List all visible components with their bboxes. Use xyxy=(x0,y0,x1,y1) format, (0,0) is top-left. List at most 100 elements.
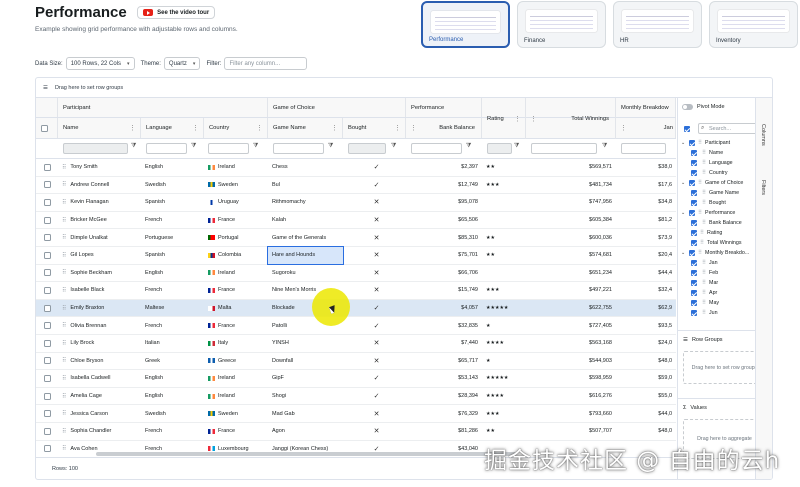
column-tree-item[interactable]: ⠿ Jun xyxy=(691,310,718,316)
column-menu-icon[interactable]: ⋮ xyxy=(331,124,338,132)
cell-winnings[interactable]: $622,755 xyxy=(526,300,616,317)
cell-winnings[interactable]: $605,384 xyxy=(526,212,616,229)
cell-game[interactable]: YINSH xyxy=(268,335,343,352)
column-tree-item[interactable]: ⌄ ⠿ Monthly Breakdo... xyxy=(681,250,749,256)
column-checkbox[interactable] xyxy=(691,260,697,266)
cell-balance[interactable]: $65,506 xyxy=(406,212,482,229)
drag-handle-icon[interactable]: ⠿ xyxy=(62,164,66,171)
drag-handle-icon[interactable]: ⠿ xyxy=(62,252,66,259)
cell-bought[interactable]: ✓ xyxy=(343,159,406,176)
filter-winnings-input[interactable] xyxy=(531,143,597,154)
cell-rating[interactable]: ★★★★ xyxy=(482,388,526,405)
table-row[interactable]: ⠿ Sophie Beckham English Ireland Sugoroku ✕ $… xyxy=(36,265,676,283)
cell-winnings[interactable]: $481,734 xyxy=(526,177,616,194)
video-tour-button[interactable]: See the video tour xyxy=(137,6,216,20)
cell-country[interactable]: Malta xyxy=(204,300,268,317)
table-row[interactable]: ⠿ Bricker McGee French France Kalah ✕ $65,506… xyxy=(36,212,676,230)
column-tree-item[interactable]: ⠿ Language xyxy=(691,160,733,166)
row-checkbox[interactable] xyxy=(44,269,51,277)
column-checkbox[interactable] xyxy=(691,280,697,286)
pivot-mode-toggle[interactable]: Pivot Mode xyxy=(682,104,725,110)
column-menu-icon[interactable]: ⋮ xyxy=(192,124,199,132)
column-menu-icon[interactable]: ⋮ xyxy=(620,124,627,132)
tab-filters[interactable]: Filters xyxy=(760,180,766,195)
cell-bought[interactable]: ✕ xyxy=(343,335,406,352)
cell-balance[interactable]: $65,717 xyxy=(406,353,482,370)
filter-icon[interactable]: ⧩ xyxy=(466,143,471,150)
tab-columns[interactable]: Columns xyxy=(760,124,766,146)
filter-icon[interactable]: ⧩ xyxy=(131,143,136,150)
chevron-down-icon[interactable]: ⌄ xyxy=(681,210,686,216)
cell-bought[interactable]: ✕ xyxy=(343,247,406,264)
column-checkbox[interactable] xyxy=(689,210,695,216)
theme-select[interactable]: Quartz ▾ xyxy=(163,57,201,70)
cell-rating[interactable]: ★★ xyxy=(482,159,526,176)
drag-handle-icon[interactable]: ⠿ xyxy=(698,140,702,146)
column-menu-icon[interactable]: ⋮ xyxy=(394,124,401,132)
cell-game[interactable]: Agon xyxy=(268,423,343,440)
cell-jan[interactable]: $59,0 xyxy=(616,370,676,387)
cell-country[interactable]: France xyxy=(204,317,268,334)
table-row[interactable]: ⠿ Andrew Connell Swedish Sweden Bul ✓ $12,749… xyxy=(36,177,676,195)
cell-rating[interactable]: ★★★★ xyxy=(482,335,526,352)
drag-handle-icon[interactable]: ⠿ xyxy=(62,428,66,435)
drag-handle-icon[interactable]: ⠿ xyxy=(700,240,704,246)
column-checkbox[interactable] xyxy=(691,310,697,316)
cell-name[interactable]: ⠿ Andrew Connell xyxy=(58,177,141,194)
cell-country[interactable]: Portugal xyxy=(204,229,268,246)
header-total-winnings[interactable]: ⋮ Total Winnings xyxy=(526,98,616,139)
cell-language[interactable]: Portuguese xyxy=(141,229,204,246)
cell-name[interactable]: ⠿ Olivia Brennan xyxy=(58,317,141,334)
chevron-down-icon[interactable]: ⌄ xyxy=(681,180,686,186)
column-checkbox[interactable] xyxy=(691,240,697,246)
column-checkbox[interactable] xyxy=(689,250,695,256)
cell-jan[interactable]: $17,6 xyxy=(616,177,676,194)
table-row[interactable]: ⠿ Sophia Chandler French France Agon ✕ $81,28… xyxy=(36,423,676,441)
cell-jan[interactable]: $20,4 xyxy=(616,247,676,264)
row-checkbox[interactable] xyxy=(44,234,51,242)
drag-handle-icon[interactable]: ⠿ xyxy=(62,340,66,347)
column-checkbox[interactable] xyxy=(691,190,697,196)
row-checkbox[interactable] xyxy=(44,392,51,400)
drag-handle-icon[interactable]: ⠿ xyxy=(702,170,706,176)
header-bank-balance[interactable]: ⋮ Bank Balance xyxy=(406,118,482,138)
drag-handle-icon[interactable]: ⠿ xyxy=(698,180,702,186)
column-tree-item[interactable]: ⠿ Total Winnings xyxy=(691,240,741,246)
cell-bought[interactable]: ✓ xyxy=(343,177,406,194)
drag-handle-icon[interactable]: ⠿ xyxy=(62,375,66,382)
table-row[interactable]: ⠿ Chloe Bryson Greek Greece Downfall ✕ $65,71… xyxy=(36,353,676,371)
column-checkbox[interactable] xyxy=(691,290,697,296)
row-checkbox[interactable] xyxy=(44,410,51,418)
cell-language[interactable]: Greek xyxy=(141,353,204,370)
cell-balance[interactable]: $4,057 xyxy=(406,300,482,317)
column-checkbox[interactable] xyxy=(691,200,697,206)
table-row[interactable]: ⠿ Emily Braxton Maltese Malta Blockade ✓ $4,0… xyxy=(36,299,676,318)
cell-bought[interactable]: ✕ xyxy=(343,265,406,282)
cell-country[interactable]: Ireland xyxy=(204,388,268,405)
header-name[interactable]: Name ⋮ xyxy=(58,118,141,138)
cell-jan[interactable]: $73,9 xyxy=(616,229,676,246)
cell-balance[interactable]: $66,706 xyxy=(406,265,482,282)
filter-jan-input[interactable] xyxy=(621,143,666,154)
cell-game[interactable]: Hare and Hounds xyxy=(267,246,344,265)
drag-handle-icon[interactable]: ⠿ xyxy=(702,290,706,296)
drag-handle-icon[interactable]: ⠿ xyxy=(702,150,706,156)
toggle-switch[interactable] xyxy=(682,104,693,110)
cell-jan[interactable]: $48,0 xyxy=(616,423,676,440)
cell-name[interactable]: ⠿ Amelia Cage xyxy=(58,388,141,405)
drag-handle-icon[interactable]: ⠿ xyxy=(62,445,66,452)
cell-balance[interactable]: $85,310 xyxy=(406,229,482,246)
cell-country[interactable]: Ireland xyxy=(204,370,268,387)
column-tree-item[interactable]: ⠿ Bank Balance xyxy=(691,220,742,226)
row-checkbox[interactable] xyxy=(44,374,51,382)
cell-bought[interactable]: ✕ xyxy=(343,212,406,229)
cell-balance[interactable]: $12,749 xyxy=(406,177,482,194)
filter-icon[interactable]: ⧩ xyxy=(602,143,607,150)
row-checkbox[interactable] xyxy=(44,216,51,224)
filter-icon[interactable]: ⧩ xyxy=(514,143,519,150)
cell-country[interactable]: Colombia xyxy=(204,247,268,264)
filter-icon[interactable]: ⧩ xyxy=(328,143,333,150)
cell-balance[interactable]: $28,394 xyxy=(406,388,482,405)
row-checkbox[interactable] xyxy=(44,286,51,294)
chevron-down-icon[interactable]: ⌄ xyxy=(681,250,686,256)
